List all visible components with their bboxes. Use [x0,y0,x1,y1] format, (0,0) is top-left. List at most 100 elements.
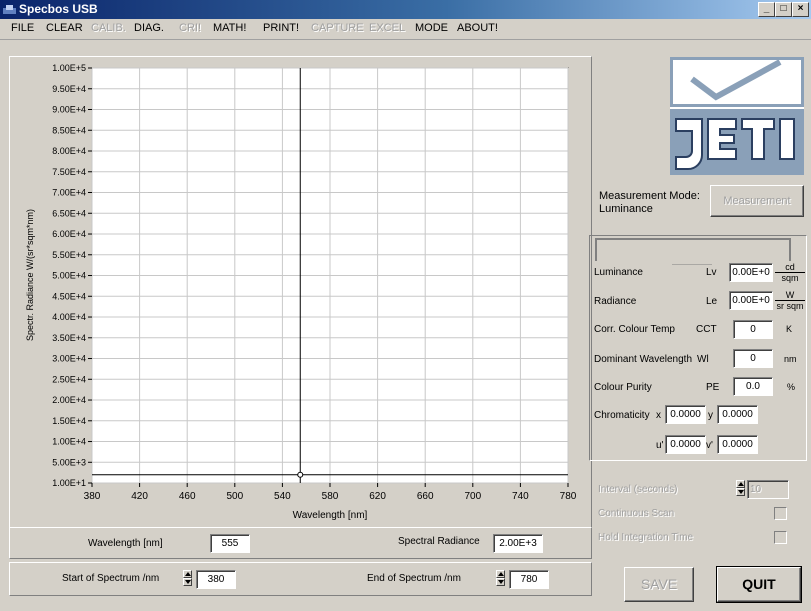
end-spectrum-spinner[interactable] [496,570,505,587]
y-tick-label: 9.00E+4 [52,105,86,115]
menu-cri[interactable]: CRI! [179,22,201,34]
cct-label: Corr. Colour Temp [594,324,675,335]
y-tick-label: 1.00E+1 [52,478,86,488]
x-tick-label: 540 [274,491,291,502]
cct-value: 0 [733,320,773,339]
x-axis-label: Wavelength [nm] [293,510,368,521]
spectral-radiance-value: 2.00E+3 [493,534,543,553]
y-tick-label: 7.50E+4 [52,167,86,177]
menu-clear[interactable]: CLEAR [46,22,83,34]
dominant-wavelength-label: Dominant Wavelength [594,354,693,365]
y-axis-label: Spectr. Radiance W/(sr*sqm*nm) [25,209,35,341]
spectrum-chart-panel: 1.00E+1 5.00E+3 1.00E+4 1.50E+4 2.00E+4 2.50E… [9,56,592,528]
close-button[interactable]: × [792,2,809,17]
start-spectrum-label: Start of Spectrum /nm [62,573,160,584]
hold-integration-checkbox[interactable] [774,531,787,544]
measurement-mode-value: Luminance [599,203,653,215]
luminance-value: 0.00E+0 [729,263,773,282]
cursor-panel: Wavelength [nm] 555 Spectral Radiance 2.… [9,527,592,559]
start-spectrum-spinner[interactable] [183,570,192,587]
menu-calib[interactable]: CALIB. [91,22,126,34]
maximize-button[interactable]: □ [775,2,792,17]
save-button[interactable]: SAVE [624,567,694,602]
y-tick-label: 5.50E+4 [52,250,86,260]
y-tick-label: 6.50E+4 [52,208,86,218]
minimize-button[interactable]: _ [758,2,775,17]
menu-file[interactable]: FILE [11,22,34,34]
measurement-mode-label: Measurement Mode: Luminance [599,190,700,215]
menu-capture[interactable]: CAPTURE [311,22,364,34]
dominant-wavelength-value: 0 [733,349,773,368]
measurement-button[interactable]: Measurement [710,185,804,217]
wavelength-label: Wavelength [nm] [88,538,163,549]
start-spectrum-input[interactable]: 380 [196,570,236,589]
cct-unit: K [786,324,793,334]
x-tick-label: 780 [560,491,577,502]
x-tick-label: 500 [226,491,243,502]
y-tick-label: 7.00E+4 [52,188,86,198]
x-tick-label: 620 [369,491,386,502]
chromaticity-u-label: u' [656,440,664,451]
x-tick-label: 660 [417,491,434,502]
radiance-label: Radiance [594,296,637,307]
colour-purity-symbol: PE [706,382,720,393]
spectrum-chart[interactable]: 1.00E+1 5.00E+3 1.00E+4 1.50E+4 2.00E+4 2.50E… [10,57,591,527]
x-tick-label: 580 [322,491,339,502]
chromaticity-x-value: 0.0000 [665,405,706,424]
jeti-logo [670,57,804,175]
chromaticity-v-value: 0.0000 [717,435,758,454]
y-tick-label: 4.00E+4 [52,312,86,322]
y-tick-label: 3.50E+4 [52,333,86,343]
cursor-marker [297,471,304,478]
y-tick-label: 1.00E+5 [52,63,86,73]
hold-integration-label: Hold Integration Time [598,532,694,543]
wavelength-value[interactable]: 555 [210,534,250,553]
app-icon [3,5,16,14]
continuous-scan-checkbox[interactable] [774,507,787,520]
title-bar[interactable]: Specbos USB _ □ × [0,0,811,19]
y-tick-label: 5.00E+4 [52,271,86,281]
cct-symbol: CCT [696,324,717,335]
chromaticity-label: Chromaticity [594,410,650,421]
y-tick-label: 4.50E+4 [52,291,86,301]
colour-purity-value: 0.0 [733,377,773,396]
spectral-radiance-label: Spectral Radiance [398,536,480,547]
x-tick-label: 380 [84,491,101,502]
y-tick-label: 8.50E+4 [52,125,86,135]
radiance-value: 0.00E+0 [729,291,773,310]
luminance-label: Luminance [594,267,643,278]
menu-bar: FILE CLEAR CALIB. DIAG. CRI! MATH! PRINT… [0,19,811,40]
x-tick-label: 700 [464,491,481,502]
menu-math[interactable]: MATH! [213,22,246,34]
y-tick-label: 2.50E+4 [52,374,86,384]
y-tick-label: 5.00E+3 [52,457,86,467]
end-spectrum-input[interactable]: 780 [509,570,549,589]
x-tick-label: 740 [512,491,529,502]
window-title: Specbos USB [19,2,98,16]
y-tick-label: 6.00E+4 [52,229,86,239]
interval-spinner[interactable] [736,480,745,497]
spectrum-range-panel: Start of Spectrum /nm 380 End of Spectru… [9,562,592,596]
menu-print[interactable]: PRINT! [263,22,299,34]
chromaticity-y-label: y [708,410,713,421]
chromaticity-y-value: 0.0000 [717,405,758,424]
menu-diag[interactable]: DIAG. [134,22,164,34]
y-tick-label: 8.00E+4 [52,146,86,156]
menu-excel[interactable]: EXCEL [369,22,405,34]
chromaticity-v-label: v' [706,440,713,451]
luminance-symbol: Lv [706,267,717,278]
chromaticity-u-value: 0.0000 [665,435,706,454]
colour-purity-unit: % [787,382,796,392]
x-tick-label: 420 [131,491,148,502]
menu-mode[interactable]: MODE [415,22,448,34]
radiance-symbol: Le [706,296,718,307]
y-tick-label: 3.00E+4 [52,354,86,364]
dominant-wavelength-symbol: Wl [697,354,709,365]
interval-input[interactable]: 10 [747,480,789,499]
menu-about[interactable]: ABOUT! [457,22,498,34]
end-spectrum-label: End of Spectrum /nm [367,573,461,584]
y-tick-label: 1.50E+4 [52,416,86,426]
continuous-scan-label: Continuous Scan [598,508,675,519]
quit-button[interactable]: QUIT [716,566,802,603]
y-tick-label: 2.00E+4 [52,395,86,405]
